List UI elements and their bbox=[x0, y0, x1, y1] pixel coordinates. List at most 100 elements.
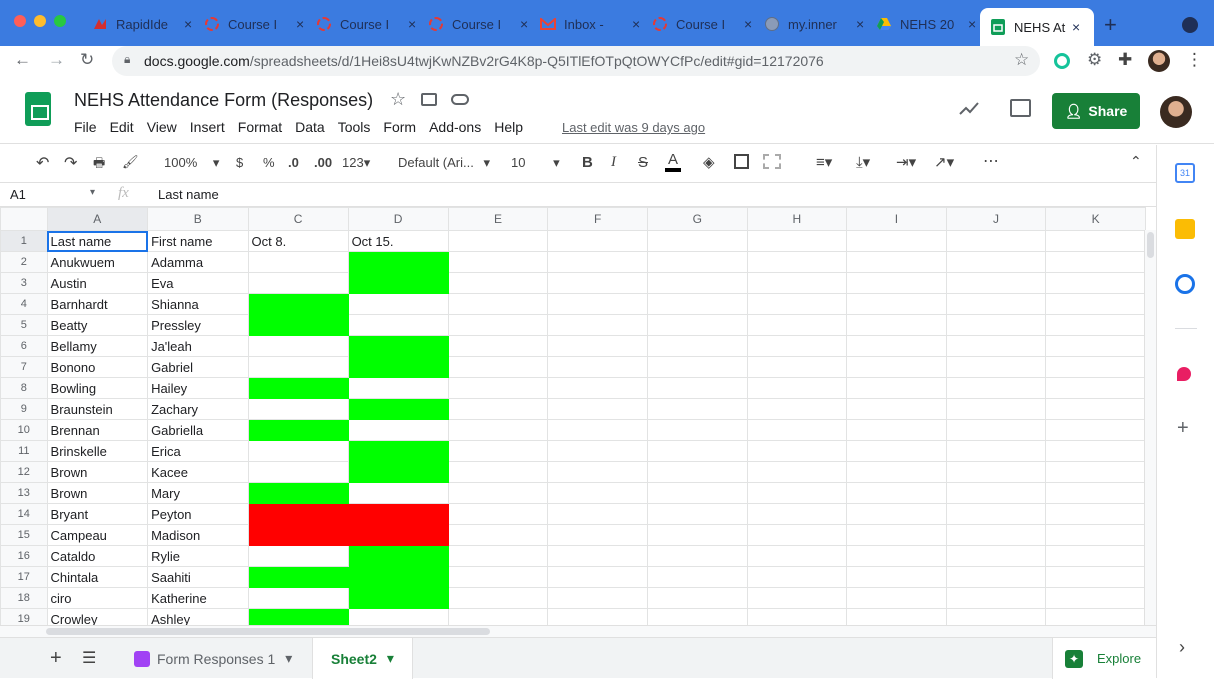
currency-format-button[interactable]: $ bbox=[236, 155, 243, 170]
cell-d[interactable] bbox=[347, 440, 449, 462]
paint-format-icon[interactable]: 🖌︎ bbox=[122, 154, 139, 170]
cell-b[interactable]: Mary bbox=[147, 482, 249, 504]
column-header-h[interactable]: H bbox=[746, 207, 848, 231]
cell-e[interactable] bbox=[447, 461, 549, 483]
cell-k[interactable] bbox=[1045, 293, 1146, 315]
cell-i[interactable] bbox=[846, 440, 947, 462]
cell-k[interactable] bbox=[1045, 461, 1146, 483]
browser-tab-1[interactable]: RapidIde × bbox=[92, 10, 192, 38]
cell-g[interactable] bbox=[646, 566, 748, 588]
cell-e[interactable] bbox=[447, 293, 549, 315]
cell-i[interactable] bbox=[846, 566, 947, 588]
account-avatar[interactable] bbox=[1160, 96, 1192, 128]
close-tab-icon[interactable]: × bbox=[968, 16, 976, 32]
cell-h[interactable] bbox=[746, 293, 848, 315]
cell-c[interactable] bbox=[247, 356, 349, 378]
cell-b[interactable]: Shianna bbox=[147, 293, 249, 315]
cell-h[interactable] bbox=[746, 398, 848, 420]
cell-d[interactable] bbox=[347, 503, 449, 525]
cell-j[interactable] bbox=[945, 272, 1047, 294]
cell-k[interactable] bbox=[1045, 251, 1146, 273]
cell-f[interactable] bbox=[547, 419, 648, 441]
cell-k[interactable] bbox=[1045, 608, 1146, 625]
cell-b[interactable]: Ja'leah bbox=[147, 335, 249, 357]
cell-j[interactable] bbox=[945, 356, 1047, 378]
cell-a[interactable]: Crowley bbox=[46, 608, 149, 625]
cell-d[interactable] bbox=[347, 587, 449, 609]
row-header[interactable]: 10 bbox=[0, 419, 48, 441]
close-tab-icon[interactable]: × bbox=[632, 16, 640, 32]
cell-k[interactable] bbox=[1045, 503, 1146, 525]
cell-b[interactable]: Gabriel bbox=[147, 356, 249, 378]
cell-d[interactable] bbox=[347, 272, 449, 294]
cell-g[interactable] bbox=[646, 377, 748, 399]
cell-h[interactable] bbox=[746, 545, 848, 567]
cell-g[interactable] bbox=[646, 356, 748, 378]
menu-addons[interactable]: Add-ons bbox=[429, 119, 481, 135]
browser-tab-8[interactable]: NEHS 20 × bbox=[876, 10, 976, 38]
cell-a[interactable]: Chintala bbox=[46, 566, 149, 588]
cell-g[interactable] bbox=[646, 419, 748, 441]
cell-e[interactable] bbox=[447, 356, 549, 378]
cell-a[interactable]: Anukwuem bbox=[46, 251, 149, 273]
cell-k[interactable] bbox=[1045, 335, 1146, 357]
cell-h[interactable] bbox=[746, 503, 848, 525]
cell-b[interactable]: Madison bbox=[147, 524, 249, 546]
cell-a[interactable]: Cataldo bbox=[46, 545, 149, 567]
reload-icon[interactable]: ↻ bbox=[80, 50, 94, 70]
cell-e[interactable] bbox=[447, 335, 549, 357]
cell-f[interactable] bbox=[547, 587, 648, 609]
cell-c[interactable] bbox=[247, 440, 349, 462]
increase-decimal-button[interactable]: .00 bbox=[314, 155, 332, 170]
cell-j[interactable] bbox=[945, 335, 1047, 357]
collapse-toolbar-icon[interactable]: ⌃ bbox=[1130, 153, 1142, 170]
menu-tools[interactable]: Tools bbox=[338, 119, 371, 135]
addon-icon[interactable] bbox=[1177, 367, 1191, 381]
cell-e[interactable] bbox=[447, 314, 549, 336]
percent-format-button[interactable]: % bbox=[263, 155, 275, 170]
cell-g[interactable] bbox=[646, 482, 748, 504]
browser-tab-6[interactable]: Course I × bbox=[652, 10, 752, 38]
cell-i[interactable] bbox=[846, 419, 947, 441]
cell-j[interactable] bbox=[945, 314, 1047, 336]
cell-e[interactable] bbox=[447, 482, 549, 504]
cell-j[interactable] bbox=[945, 482, 1047, 504]
column-header-a[interactable]: A bbox=[46, 207, 149, 231]
select-all-corner[interactable] bbox=[0, 207, 48, 231]
cell-f[interactable] bbox=[547, 524, 648, 546]
browser-menu-icon[interactable]: ⋮ bbox=[1186, 50, 1203, 70]
browser-tab-3[interactable]: Course I × bbox=[316, 10, 416, 38]
cell-a[interactable]: Campeau bbox=[46, 524, 149, 546]
activity-trend-icon[interactable] bbox=[958, 98, 980, 125]
undo-icon[interactable]: ↶ bbox=[36, 153, 49, 173]
fill-color-icon[interactable]: ◈ bbox=[703, 153, 715, 171]
merge-cells-icon[interactable] bbox=[763, 154, 781, 169]
cell-d[interactable] bbox=[347, 398, 449, 420]
cell-h[interactable] bbox=[746, 335, 848, 357]
row-header[interactable]: 11 bbox=[0, 440, 48, 462]
cell-j[interactable] bbox=[945, 524, 1047, 546]
cell-b[interactable]: Saahiti bbox=[147, 566, 249, 588]
cell-d[interactable] bbox=[347, 419, 449, 441]
cell-c[interactable]: Oct 8. bbox=[247, 230, 349, 252]
cell-h[interactable] bbox=[746, 314, 848, 336]
cell-f[interactable] bbox=[547, 230, 648, 252]
cell-j[interactable] bbox=[945, 251, 1047, 273]
row-header[interactable]: 3 bbox=[0, 272, 48, 294]
last-edit-link[interactable]: Last edit was 9 days ago bbox=[562, 120, 705, 135]
cell-e[interactable] bbox=[447, 377, 549, 399]
tab-search-icon[interactable] bbox=[1182, 17, 1198, 33]
cell-f[interactable] bbox=[547, 293, 648, 315]
cell-c[interactable] bbox=[247, 503, 349, 525]
cell-k[interactable] bbox=[1045, 566, 1146, 588]
cell-d[interactable] bbox=[347, 356, 449, 378]
row-header[interactable]: 14 bbox=[0, 503, 48, 525]
row-header[interactable]: 15 bbox=[0, 524, 48, 546]
browser-tab-5[interactable]: Inbox - × bbox=[540, 10, 640, 38]
cell-i[interactable] bbox=[846, 608, 947, 625]
cell-b[interactable]: Adamma bbox=[147, 251, 249, 273]
cell-b[interactable]: Zachary bbox=[147, 398, 249, 420]
cell-e[interactable] bbox=[447, 272, 549, 294]
cell-e[interactable] bbox=[447, 251, 549, 273]
cell-e[interactable] bbox=[447, 419, 549, 441]
